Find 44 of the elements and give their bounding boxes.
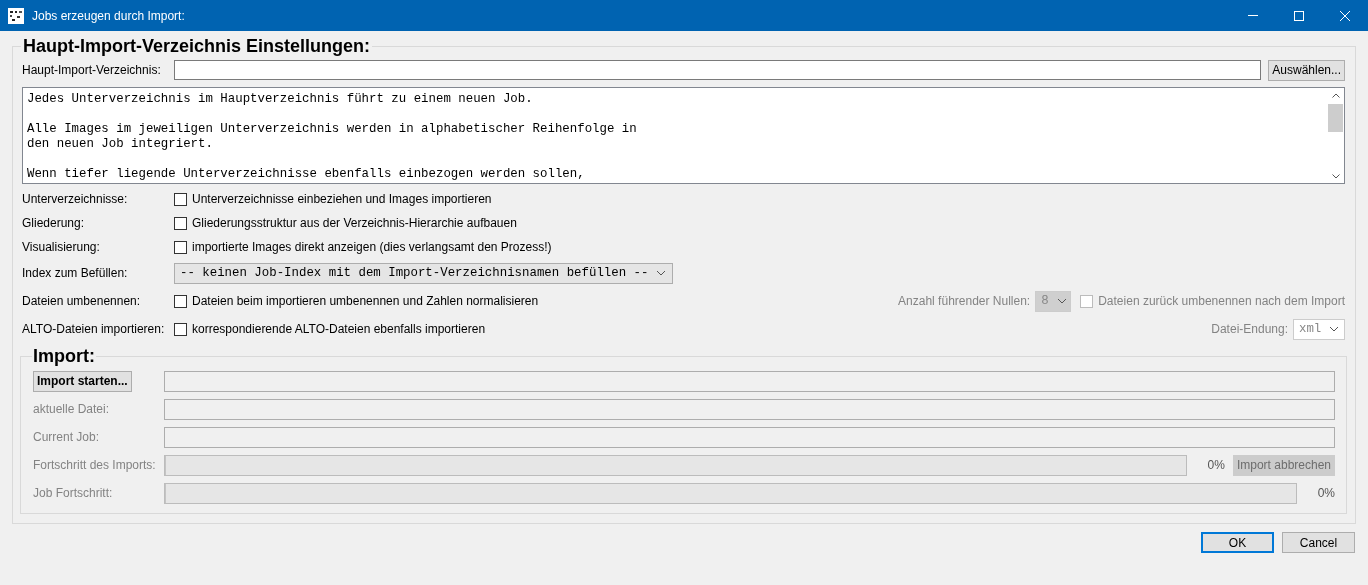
close-icon	[1340, 10, 1350, 21]
maximize-icon	[1294, 10, 1304, 21]
progress-reading: 0%	[1316, 486, 1335, 500]
checkbox-label: Gliederungsstruktur aus der Verzeichnis-Hierarchie aufbauen	[192, 216, 517, 230]
progress-reading: 0%	[1206, 458, 1225, 472]
option-label: ALTO-Dateien importieren:	[22, 322, 166, 336]
chevron-icon	[1056, 298, 1067, 304]
field-label: Current Job:	[33, 430, 101, 444]
section-title: Import:	[32, 346, 96, 367]
minimize-icon	[1248, 15, 1258, 16]
checkbox[interactable]	[174, 322, 187, 336]
checkbox[interactable]	[174, 294, 187, 308]
option-label: Anzahl führender Nullen:	[898, 294, 1031, 308]
app-icon	[8, 7, 24, 24]
option-label: Unterverzeichnisse:	[22, 192, 129, 206]
checkbox-label: Unterverzeichnisse einbeziehen und Images importieren	[192, 192, 492, 206]
scrollbar-thumb[interactable]	[1328, 104, 1343, 132]
checkbox-label: Dateien zurück umbenennen nach dem Import	[1098, 294, 1345, 308]
browse-button[interactable]: Auswählen...	[1268, 59, 1345, 81]
option-label: Gliederung:	[22, 216, 86, 230]
checkbox-label: Dateien beim importieren umbenennen und Zahlen normalisieren	[192, 294, 539, 308]
option-label: Dateien umbenennen:	[22, 294, 142, 308]
dialog-button[interactable]: OK	[1201, 532, 1274, 553]
checkbox-label: importierte Images direkt anzeigen (dies verlangsamt den Prozess!)	[192, 240, 552, 254]
field-label: aktuelle Datei:	[33, 402, 111, 416]
checkbox[interactable]	[174, 216, 187, 230]
option-label: Index zum Befüllen:	[22, 266, 129, 280]
option-label: Datei-Endung:	[1211, 322, 1288, 336]
window-title: Jobs erzeugen durch Import:	[32, 8, 186, 23]
dropdown[interactable]: -- keinen Job-Index mit dem Import-Verzeichnisnamen befüllen --	[174, 262, 674, 284]
start-import-button[interactable]: Import starten...	[33, 370, 132, 392]
section-title: Haupt-Import-Verzeichnis Einstellungen:	[22, 36, 372, 57]
dialog-button[interactable]: Cancel	[1282, 532, 1355, 553]
checkbox[interactable]	[174, 192, 187, 206]
chevron-icon	[1329, 326, 1340, 332]
option-label: Visualisierung:	[22, 240, 101, 254]
field-label: Haupt-Import-Verzeichnis:	[22, 63, 162, 77]
directory-field[interactable]	[174, 60, 1262, 80]
checkbox-label: korrespondierende ALTO-Dateien ebenfalls importieren	[192, 322, 486, 336]
chevron-icon	[656, 270, 667, 276]
field-label: Fortschritt des Imports:	[33, 458, 157, 472]
info-text: Jedes Unterverzeichnis im Hauptverzeichnis führt zu einem neuen Job. Alle Images im jeweiligen Unterverzeichnis werden in alphabetischer Reihenfolge in den neuen Job integriert. Wenn tiefer liegende Unterverzeichnisse ebenfalls einbezogen werden sollen,	[26, 91, 638, 183]
field-label: Job Fortschritt:	[33, 486, 114, 500]
checkbox[interactable]	[174, 240, 187, 254]
